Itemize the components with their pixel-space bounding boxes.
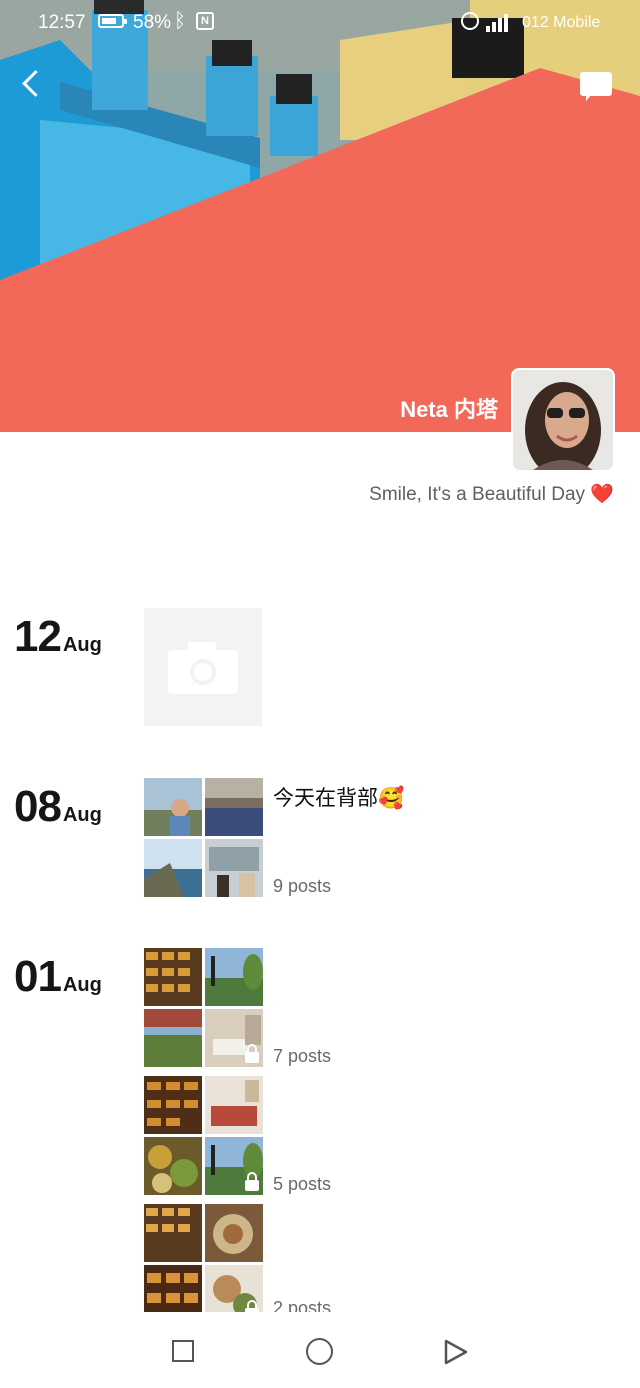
photo-grid[interactable] <box>144 1076 263 1195</box>
moment-date: 08 Aug <box>14 782 102 832</box>
moment-day: 01 <box>14 952 62 1001</box>
post-count: 5 posts <box>273 1174 332 1194</box>
photo-thumbnail <box>144 1137 202 1195</box>
profile-name[interactable]: Neta 内塔 <box>400 392 498 424</box>
signal-icon <box>486 12 514 32</box>
square-icon[interactable] <box>172 1340 194 1362</box>
camera-icon <box>168 642 238 694</box>
moment-month: Aug <box>62 804 102 826</box>
photo-thumbnail <box>144 948 202 1006</box>
moment-day: 08 <box>14 782 62 831</box>
photo-thumbnail <box>205 1009 263 1067</box>
back-arrow-icon[interactable] <box>18 66 48 100</box>
photo-thumbnail <box>205 1137 263 1195</box>
moment-month: Aug <box>62 974 102 996</box>
photo-thumbnail <box>144 778 202 836</box>
battery-percent: 58% <box>133 12 172 33</box>
avatar[interactable] <box>511 368 615 472</box>
post-count: 7 posts <box>273 1046 332 1066</box>
circle-icon[interactable] <box>306 1338 333 1365</box>
photo-thumbnail <box>205 839 263 897</box>
photo-thumbnail <box>205 1076 263 1134</box>
message-bubble-tail <box>586 94 592 101</box>
bluetooth-icon: ᛒ <box>174 10 186 32</box>
system-nav-bar <box>0 1312 640 1388</box>
carrier-name: 012 Mobile <box>522 14 601 31</box>
triangle-back-icon[interactable] <box>442 1338 470 1366</box>
lock-icon <box>245 1044 259 1063</box>
photo-thumbnail <box>144 1009 202 1067</box>
heart-emoji: ❤️ <box>590 484 614 505</box>
photo-grid[interactable] <box>144 1204 263 1323</box>
moment-caption[interactable]: 今天在背部🥰 <box>273 782 404 812</box>
whatsapp-icon <box>461 12 479 30</box>
profile-signature: Smile, It's a Beautiful Day ❤️ <box>369 482 614 506</box>
signature-text: Smile, It's a Beautiful Day <box>369 484 586 505</box>
battery-icon <box>98 14 127 28</box>
status-time: 12:57 <box>38 12 86 33</box>
photo-thumbnail <box>205 1204 263 1262</box>
photo-thumbnail <box>205 778 263 836</box>
photo-thumbnail <box>144 1076 202 1134</box>
photo-thumbnail <box>144 839 202 897</box>
post-count: 9 posts <box>273 876 332 896</box>
photo-thumbnail <box>205 948 263 1006</box>
moment-date: 01 Aug <box>14 952 102 1002</box>
moment-month: Aug <box>62 634 102 656</box>
photo-grid[interactable] <box>144 778 263 897</box>
avatar-photo <box>513 370 613 470</box>
moment-date: 12 Aug <box>14 612 102 662</box>
status-bar: 12:57 58% ᛒ N 012 Mobile <box>0 0 640 44</box>
moment-day: 12 <box>14 612 62 661</box>
camera-placeholder[interactable] <box>144 608 262 726</box>
photo-grid[interactable] <box>144 948 263 1067</box>
message-bubble-body <box>580 72 612 96</box>
photo-thumbnail <box>144 1204 202 1262</box>
nfc-icon: N <box>196 12 214 30</box>
lock-icon <box>245 1172 259 1191</box>
message-bubble-icon[interactable] <box>578 68 614 102</box>
